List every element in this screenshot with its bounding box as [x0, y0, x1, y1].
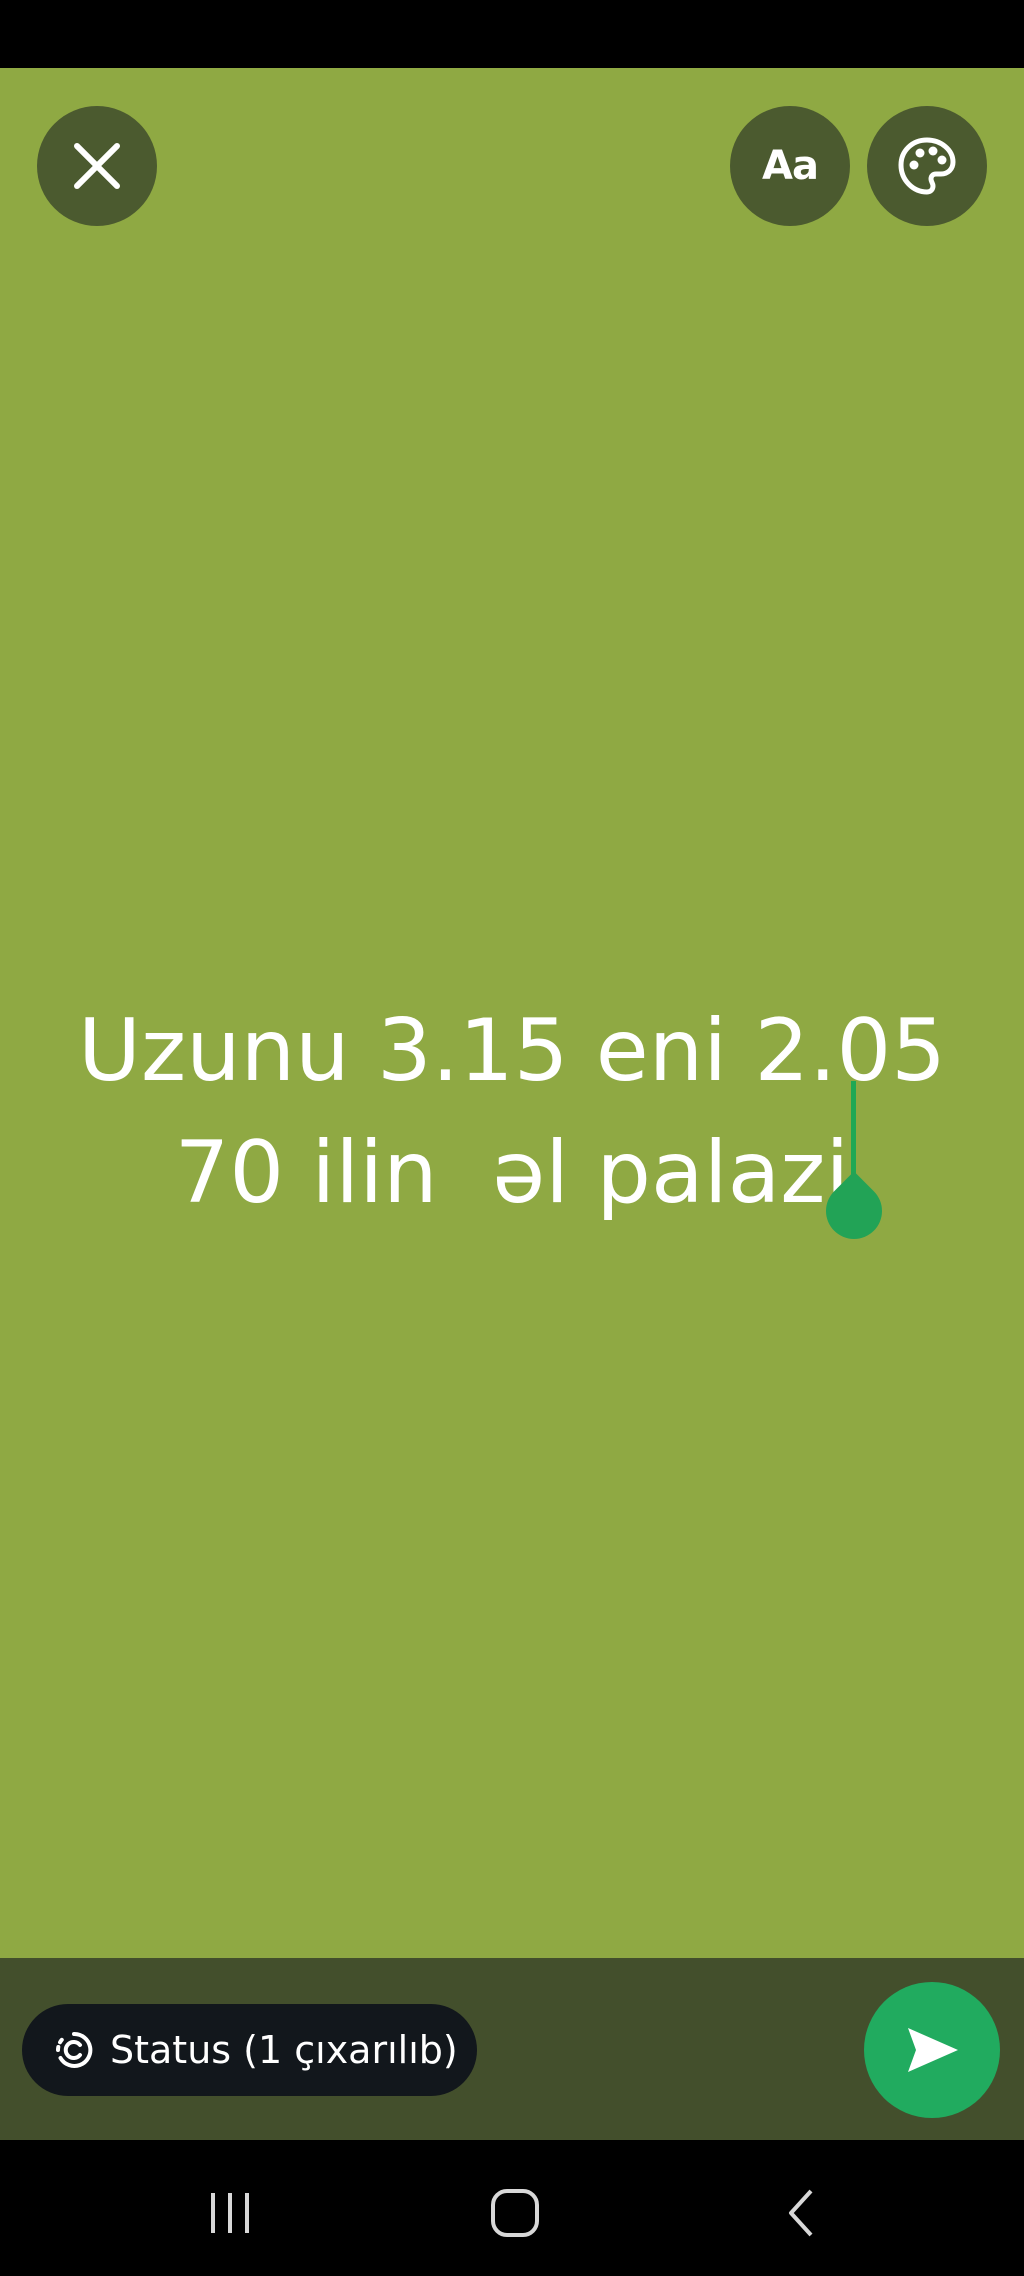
status-text-input[interactable]: Uzunu 3.15 eni 2.05 70 ilin əl palazi — [0, 990, 1024, 1251]
back-icon — [789, 2189, 813, 2237]
send-button[interactable] — [864, 1982, 1000, 2118]
recents-icon — [211, 2193, 249, 2233]
recents-button[interactable] — [180, 2178, 280, 2248]
status-text-line-2: 70 ilin əl palazi — [0, 1081, 1024, 1251]
system-status-bar — [0, 0, 1024, 68]
status-audience-chip[interactable]: Status (1 çıxarılıb) — [22, 2004, 477, 2096]
home-icon — [491, 2189, 539, 2237]
status-text-line-1: Uzunu 3.15 eni 2.05 — [78, 1001, 946, 1101]
font-style-label: Aa — [762, 143, 819, 189]
close-icon — [74, 143, 120, 189]
back-button[interactable] — [752, 2178, 852, 2248]
send-icon — [908, 2028, 958, 2072]
status-text-line-2-content: 70 ilin əl palazi — [174, 1123, 850, 1223]
palette-icon — [898, 137, 956, 195]
home-button[interactable] — [465, 2178, 565, 2248]
status-ring-icon — [52, 2028, 96, 2072]
color-palette-button[interactable] — [867, 106, 987, 226]
font-style-button[interactable]: Aa — [730, 106, 850, 226]
screen: Aa Uzunu 3.15 eni 2.05 70 ilin əl palazi… — [0, 0, 1024, 2276]
status-audience-label: Status (1 çıxarılıb) — [110, 2028, 458, 2072]
close-button[interactable] — [37, 106, 157, 226]
